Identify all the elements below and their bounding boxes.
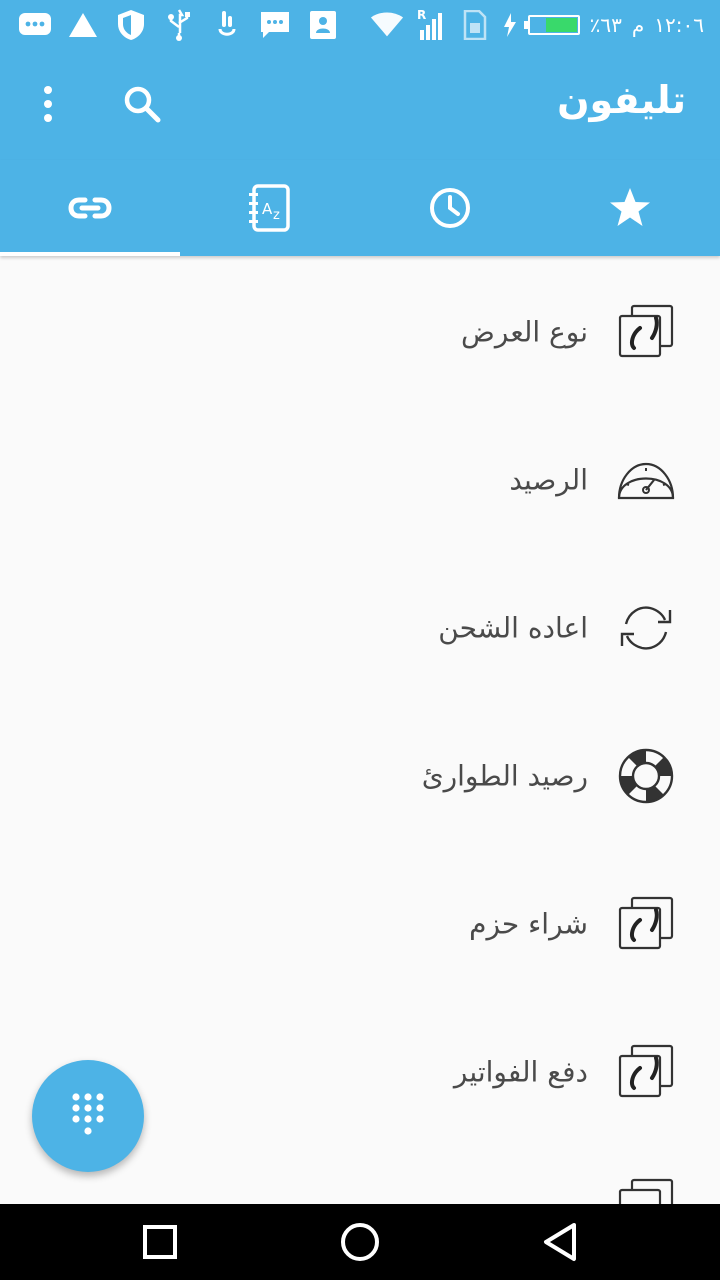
warning-icon	[66, 8, 100, 42]
contacts-az-icon: A z	[249, 184, 290, 232]
list-item-label: اعاده الشحن	[438, 611, 588, 645]
tab-links[interactable]	[0, 160, 180, 256]
recents-button[interactable]	[138, 1220, 182, 1264]
list-item-label: نوع العرض	[461, 315, 588, 349]
tab-contacts[interactable]: A z	[180, 160, 360, 256]
svg-text:R: R	[417, 8, 426, 22]
dialpad-icon	[72, 1093, 104, 1135]
chat-bubble-icon	[18, 8, 52, 42]
page-title: تليفون	[557, 78, 686, 122]
back-triangle-icon	[544, 1223, 576, 1261]
message-icon	[258, 8, 292, 42]
list-item[interactable]: نوع العرض	[0, 258, 720, 406]
home-button[interactable]	[338, 1220, 382, 1264]
wifi-icon	[370, 8, 404, 42]
system-status: R ٪٦٣ م ١٢:٠٦	[370, 6, 704, 44]
svg-text:A: A	[262, 200, 273, 218]
list-item-label: شراء حزم	[469, 907, 588, 941]
phone-cards-icon	[618, 1178, 674, 1204]
battery-fill	[546, 18, 577, 32]
status-bar: R ٪٦٣ م ١٢:٠٦	[0, 0, 720, 50]
tab-recents[interactable]	[360, 160, 540, 256]
signal-roaming-icon: R	[414, 8, 448, 42]
clock-time: ١٢:٠٦	[654, 13, 704, 37]
phone-cards-icon	[618, 304, 674, 358]
circle-icon	[341, 1223, 379, 1261]
link-icon	[68, 197, 112, 219]
speedometer-icon	[617, 462, 675, 500]
notification-icons	[18, 8, 340, 42]
refresh-icon	[620, 606, 672, 650]
phone-cards-icon	[618, 1044, 674, 1098]
star-icon	[610, 188, 650, 226]
clock-icon	[430, 188, 470, 228]
list-item[interactable]: رصيد الطوارئ	[0, 702, 720, 850]
list-item[interactable]: شراء حزم	[0, 850, 720, 998]
dialpad-fab[interactable]	[32, 1060, 144, 1172]
square-icon	[143, 1225, 177, 1259]
touch-icon	[210, 8, 244, 42]
list-item-label: الرصيد	[509, 463, 588, 497]
more-vert-dot	[44, 114, 52, 122]
list-item-label: رصيد الطوارئ	[421, 759, 588, 793]
list-item[interactable]: اعاده الشحن	[0, 554, 720, 702]
shield-icon	[114, 8, 148, 42]
lifebuoy-icon	[618, 748, 674, 804]
phone-cards-icon	[618, 896, 674, 950]
app-bar: تليفون	[0, 50, 720, 160]
services-list: نوع العرض الرصيد اعاده الشحن رصيد الطوار…	[0, 258, 720, 1204]
sim-icon	[458, 8, 492, 42]
list-item-label: دفع الفواتير	[453, 1055, 588, 1089]
overflow-menu-button[interactable]	[28, 80, 68, 128]
search-icon	[124, 86, 161, 123]
battery-indicator	[523, 15, 580, 35]
back-button[interactable]	[538, 1220, 582, 1264]
usb-icon	[162, 8, 196, 42]
more-vert-dot	[44, 100, 52, 108]
search-button[interactable]	[118, 80, 168, 130]
more-vert-icon	[44, 86, 52, 94]
battery-percent: ٪٦٣	[589, 13, 622, 37]
charging-icon	[502, 8, 518, 42]
list-item[interactable]: الرصيد	[0, 406, 720, 554]
tab-favorites[interactable]	[540, 160, 720, 256]
navigation-bar	[0, 1204, 720, 1280]
tab-bar: A z	[0, 160, 720, 256]
svg-text:z: z	[273, 208, 280, 223]
time-period: م	[631, 13, 645, 37]
contact-card-icon	[306, 8, 340, 42]
